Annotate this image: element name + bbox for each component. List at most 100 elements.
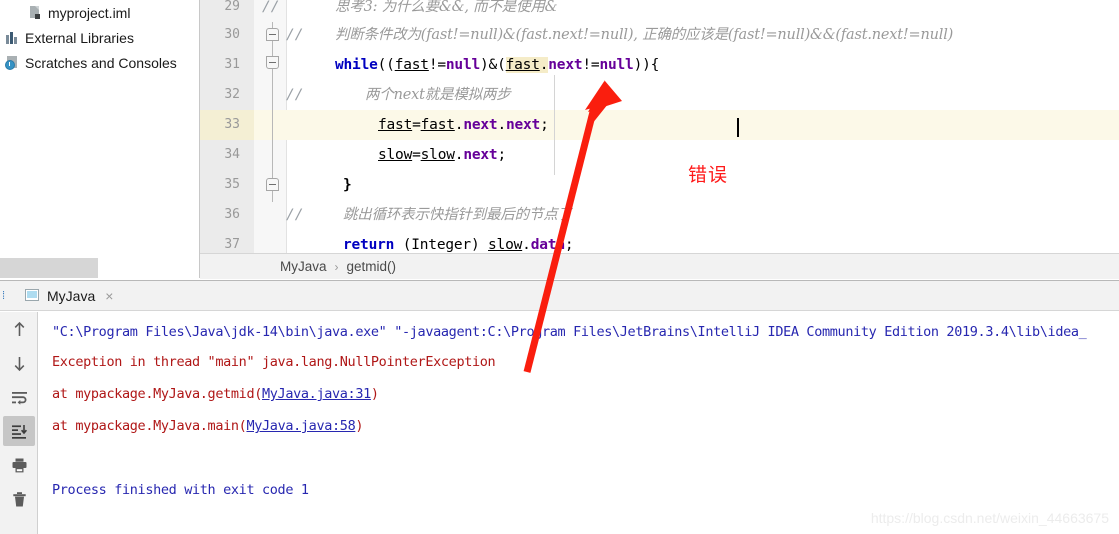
- code-line-32[interactable]: 32 // 两个next就是模拟两步: [200, 80, 1119, 110]
- comment-text: 两个next就是模拟两步: [365, 87, 511, 103]
- keyword-return: return: [343, 237, 395, 253]
- literal-null: null: [445, 57, 481, 73]
- tree-item-label: Scratches and Consoles: [25, 54, 177, 71]
- stack-link-myjava-31[interactable]: MyJava.java:31: [262, 386, 371, 402]
- tree-item-scratches-and-consoles[interactable]: Scratches and Consoles: [0, 50, 199, 75]
- tree-item-label: External Libraries: [25, 29, 134, 46]
- soft-wrap-icon: [12, 392, 27, 405]
- run-tab-myjava[interactable]: MyJava ×: [24, 281, 113, 311]
- line-number: 32: [224, 87, 240, 102]
- var-slow: slow: [378, 147, 413, 163]
- comment-text: 判断条件改为(fast!=null)&(fast.next!=null), 正确…: [335, 27, 954, 43]
- scroll-to-end-button[interactable]: [0, 414, 38, 448]
- var-slow: slow: [420, 147, 455, 163]
- tree-item-label: myproject.iml: [48, 4, 131, 21]
- console-line-status: Process finished with exit code 1: [52, 482, 309, 498]
- print-button[interactable]: [0, 448, 38, 482]
- run-console-toolbar[interactable]: [0, 312, 38, 534]
- trash-button[interactable]: [0, 482, 38, 516]
- run-tab-label: MyJava: [47, 287, 96, 304]
- line-number: 35: [224, 177, 240, 192]
- keyword-while: while: [335, 57, 378, 73]
- console-line-command: "C:\Program Files\Java\jdk-14\bin\java.e…: [52, 324, 1087, 340]
- code-line-34[interactable]: 34 slow=slow.next;: [200, 140, 1119, 170]
- literal-null: null: [599, 57, 634, 73]
- console-line-stacktrace: at mypackage.MyJava.main(MyJava.java:58): [52, 418, 363, 434]
- breadcrumb-method[interactable]: getmid(): [347, 259, 397, 274]
- watermark-text: https://blog.csdn.net/weixin_44663675: [870, 510, 1109, 526]
- code-text: while((fast!=null)&(fast.next!=null)){: [335, 57, 660, 73]
- soft-wrap-button[interactable]: [0, 380, 38, 414]
- comment-text: 跳出循环表示快指针到最后的节点了: [343, 207, 572, 223]
- breadcrumb[interactable]: MyJava › getmid(): [200, 253, 1119, 279]
- scroll-to-end-icon: [12, 425, 28, 439]
- run-window-header: ⁞ MyJava ×: [0, 281, 1119, 311]
- field-next: next: [463, 117, 498, 133]
- line-number: 33: [224, 117, 240, 132]
- code-line-36[interactable]: 36 // 跳出循环表示快指针到最后的节点了: [200, 200, 1119, 230]
- close-icon[interactable]: ×: [105, 289, 113, 303]
- indent-guide: [554, 75, 555, 175]
- line-number: 31: [224, 57, 240, 72]
- comment-text: 思考3: 为什么要&&, 而不是使用&: [335, 0, 558, 15]
- up-arrow-button[interactable]: [0, 312, 38, 346]
- code-text: }: [343, 177, 352, 193]
- breadcrumb-separator-icon: ›: [334, 259, 339, 274]
- up-arrow-icon: [14, 321, 25, 336]
- code-text: return (Integer) slow.data;: [343, 237, 574, 253]
- var-fast-highlighted: fast: [505, 57, 540, 73]
- breadcrumb-class[interactable]: MyJava: [280, 259, 327, 274]
- tree-item-external-libraries[interactable]: External Libraries: [0, 25, 199, 50]
- fold-marker-collapse-icon[interactable]: [266, 178, 279, 191]
- trash-icon: [13, 492, 26, 507]
- down-arrow-button[interactable]: [0, 346, 38, 380]
- project-tool-window: myproject.iml External Libraries Scratch…: [0, 0, 200, 278]
- comment-slashes: //: [262, 0, 280, 15]
- comment-slashes: //: [286, 87, 304, 103]
- var-fast: fast: [378, 117, 413, 133]
- ide-top-region: myproject.iml External Libraries Scratch…: [0, 0, 1119, 280]
- fold-marker-collapse-icon[interactable]: [266, 56, 279, 69]
- editor-caret: [737, 118, 739, 137]
- code-line-31[interactable]: 31 while((fast!=null)&(fast.next!=null))…: [200, 50, 1119, 80]
- code-line-37[interactable]: 37 return (Integer) slow.data;: [200, 230, 1119, 253]
- var-slow: slow: [488, 237, 523, 253]
- field-next: next: [505, 117, 541, 133]
- console-window-icon: [24, 288, 40, 303]
- field-next: next: [463, 147, 498, 163]
- stack-suffix: ): [355, 418, 364, 434]
- code-line-29[interactable]: 29 // 思考3: 为什么要&&, 而不是使用&: [200, 0, 1119, 22]
- iml-file-icon: [27, 5, 43, 21]
- line-number: 37: [224, 237, 240, 252]
- line-number: 36: [224, 207, 240, 222]
- code-text: slow=slow.next;: [378, 147, 506, 163]
- scratches-consoles-icon: [4, 55, 20, 71]
- tree-item-myproject-iml[interactable]: myproject.iml: [0, 0, 199, 25]
- code-line-35[interactable]: 35 }: [200, 170, 1119, 200]
- line-number: 34: [224, 147, 240, 162]
- var-fast: fast: [420, 117, 455, 133]
- annotation-label-error: 错误: [688, 164, 729, 186]
- line-number: 30: [224, 27, 240, 42]
- code-line-33[interactable]: 33 fast=fast.next.next;: [200, 110, 1119, 140]
- line-number: 29: [224, 0, 240, 14]
- code-editor[interactable]: 29 // 思考3: 为什么要&&, 而不是使用& 30 // 判断条件改为(f…: [200, 0, 1119, 253]
- console-line-exception: Exception in thread "main" java.lang.Nul…: [52, 354, 496, 370]
- stack-prefix: at mypackage.MyJava.getmid(: [52, 386, 262, 402]
- drag-handle-icon[interactable]: ⁞: [2, 290, 12, 301]
- run-console-output[interactable]: "C:\Program Files\Java\jdk-14\bin\java.e…: [38, 312, 1119, 534]
- field-next: next: [548, 57, 583, 73]
- console-line-stacktrace: at mypackage.MyJava.getmid(MyJava.java:3…: [52, 386, 379, 402]
- stack-link-myjava-58[interactable]: MyJava.java:58: [246, 418, 355, 434]
- code-line-30[interactable]: 30 // 判断条件改为(fast!=null)&(fast.next!=nul…: [200, 20, 1119, 50]
- type-integer: Integer: [411, 237, 471, 253]
- stack-suffix: ): [370, 386, 379, 402]
- project-panel-bottom-stub: [0, 258, 98, 278]
- down-arrow-icon: [14, 357, 25, 372]
- field-data: data: [530, 237, 565, 253]
- print-icon: [12, 458, 27, 473]
- fold-marker-collapse-icon[interactable]: [266, 28, 279, 41]
- run-tool-window: ⁞ MyJava × "C:\Program Files\Java\jdk-14…: [0, 280, 1119, 534]
- code-text: fast=fast.next.next;: [378, 117, 549, 133]
- comment-slashes: //: [286, 27, 304, 43]
